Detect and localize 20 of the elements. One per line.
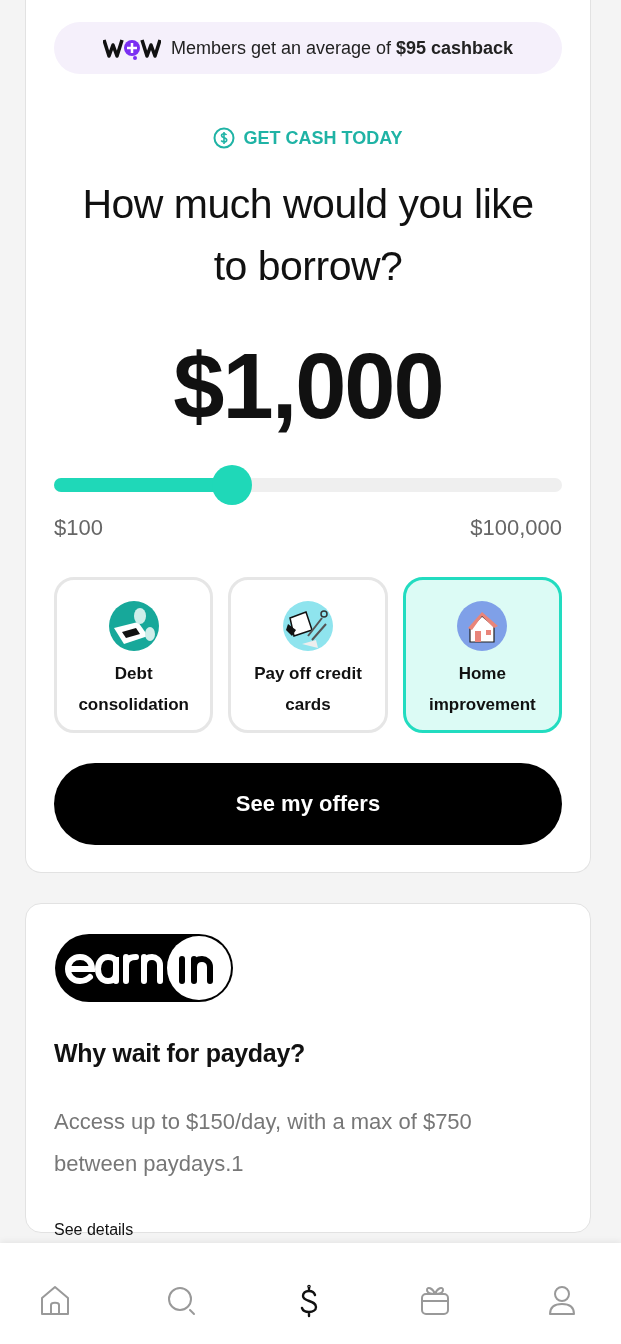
- earnin-heading: Why wait for payday?: [54, 1039, 306, 1068]
- purpose-option[interactable]: Home improvement: [402, 577, 562, 733]
- max-amount: $100,000: [470, 515, 562, 541]
- coins-paper-icon: [107, 600, 160, 652]
- amount-slider[interactable]: [54, 465, 562, 505]
- purpose-option[interactable]: Debt consolidation: [54, 577, 214, 733]
- purpose-option[interactable]: Pay off credit cards: [228, 577, 388, 733]
- borrow-heading: How much would you like to borrow?: [81, 180, 535, 291]
- eyebrow-label: GET CASH TODAY: [243, 127, 403, 149]
- slider-handle[interactable]: [211, 465, 252, 505]
- see-details-link[interactable]: See details: [54, 1221, 134, 1239]
- house-icon: [456, 600, 509, 652]
- min-amount: $100: [54, 515, 103, 541]
- card-scissors-icon: [282, 600, 334, 652]
- see-offers-button[interactable]: See my offers: [54, 763, 562, 845]
- home-icon: [38, 1283, 72, 1318]
- dollar-coin-icon: [213, 127, 236, 149]
- promo-text: Members get an average of $95 cashback: [170, 37, 514, 59]
- loan-amount: $1,000: [172, 334, 444, 439]
- earnin-description: Access up to $150/day, with a max of $750 between paydays.1: [54, 1108, 473, 1178]
